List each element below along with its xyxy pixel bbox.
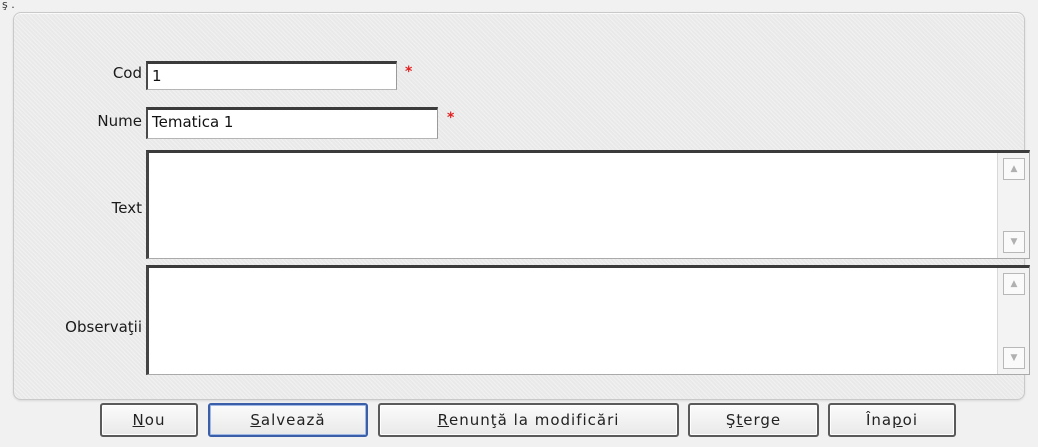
- inapoi-label-pre: Îna: [865, 411, 893, 429]
- nou-button[interactable]: Nou: [100, 403, 198, 437]
- sterge-button[interactable]: Şt erge: [688, 403, 819, 437]
- text-scrollbar[interactable]: ▲ ▼: [997, 153, 1029, 258]
- salveaza-button[interactable]: Salvează: [208, 403, 368, 437]
- inapoi-label: oi: [902, 411, 918, 429]
- observatii-scrollbar[interactable]: ▲ ▼: [997, 268, 1029, 374]
- cod-input[interactable]: 1: [146, 61, 397, 90]
- corner-text: ş .: [2, 0, 15, 11]
- nume-input[interactable]: Tematica 1: [146, 107, 438, 139]
- sterge-label: erge: [743, 411, 782, 429]
- nou-mnemonic: N: [132, 411, 145, 429]
- nou-label: ou: [144, 411, 166, 429]
- sterge-mnemonic: t: [736, 411, 744, 429]
- salveaza-label: alvează: [260, 411, 326, 429]
- renunta-label: enunţă la modificări: [449, 411, 620, 429]
- sterge-label-pre: Ş: [725, 411, 737, 429]
- scroll-up-arrow-icon[interactable]: ▲: [1003, 158, 1025, 180]
- cod-label: Cod: [112, 64, 142, 82]
- inapoi-mnemonic: p: [892, 411, 903, 429]
- text-label: Text: [111, 199, 142, 217]
- cod-required-mark: *: [405, 64, 413, 80]
- inapoi-button[interactable]: Îna p oi: [828, 403, 956, 437]
- text-textarea[interactable]: ▲ ▼: [146, 150, 1030, 259]
- nume-label: Nume: [97, 112, 142, 130]
- scroll-up-arrow-icon[interactable]: ▲: [1003, 273, 1025, 295]
- observatii-label: Observaţii: [65, 318, 142, 336]
- scroll-down-arrow-icon[interactable]: ▼: [1003, 231, 1025, 253]
- renunta-mnemonic: R: [437, 411, 449, 429]
- nume-required-mark: *: [447, 110, 455, 126]
- observatii-textarea[interactable]: ▲ ▼: [146, 265, 1030, 375]
- scroll-down-arrow-icon[interactable]: ▼: [1003, 347, 1025, 369]
- salveaza-mnemonic: S: [250, 411, 261, 429]
- renunta-button[interactable]: Renunţă la modificări: [378, 403, 679, 437]
